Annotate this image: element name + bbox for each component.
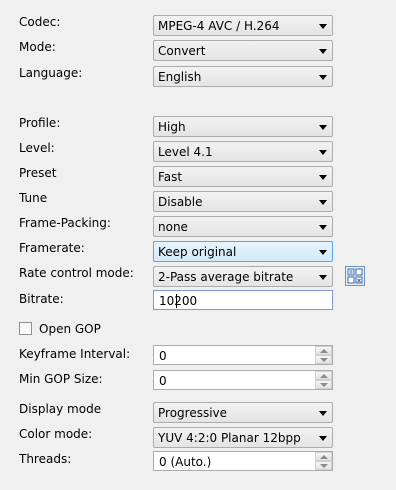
chevron-down-icon	[319, 250, 327, 255]
rate-control-value: 2-Pass average bitrate	[158, 270, 294, 284]
chevron-down-icon	[319, 24, 327, 29]
display-mode-value: Progressive	[158, 406, 228, 420]
chevron-down-icon	[319, 125, 327, 130]
keyframe-interval-label: Keyframe Interval:	[19, 347, 131, 361]
chevron-down-icon	[319, 175, 327, 180]
keyframe-interval-spinbox[interactable]: 0	[153, 345, 333, 365]
bitrate-value: 10200	[159, 294, 198, 308]
rate-control-label: Rate control mode:	[19, 266, 134, 280]
color-mode-value: YUV 4:2:0 Planar 12bpp	[158, 431, 301, 445]
language-select[interactable]: English	[153, 66, 333, 87]
level-label: Level:	[19, 141, 55, 155]
min-gop-size-label: Min GOP Size:	[19, 372, 103, 386]
profile-select[interactable]: High	[153, 116, 333, 137]
chevron-down-icon	[319, 150, 327, 155]
preset-label: Preset	[19, 166, 57, 180]
chevron-down-icon	[319, 436, 327, 441]
framerate-value: Keep original	[158, 245, 237, 259]
profile-label: Profile:	[19, 116, 61, 130]
spin-up-button[interactable]	[315, 346, 332, 355]
open-gop-checkbox[interactable]	[19, 322, 32, 335]
min-gop-size-value: 0	[159, 374, 167, 388]
frame-packing-value: none	[158, 220, 188, 234]
min-gop-size-spinbox[interactable]: 0	[153, 370, 333, 390]
chevron-down-icon	[319, 411, 327, 416]
text-caret	[176, 294, 177, 308]
preset-value: Fast	[158, 170, 183, 184]
threads-label: Threads:	[19, 452, 72, 466]
chevron-down-icon	[319, 200, 327, 205]
threads-spinbox[interactable]: 0 (Auto.)	[153, 451, 333, 471]
display-mode-label: Display mode	[19, 402, 102, 416]
spin-up-button[interactable]	[315, 371, 332, 380]
mode-value: Convert	[158, 44, 206, 58]
color-mode-label: Color mode:	[19, 427, 93, 441]
level-value: Level 4.1	[158, 145, 213, 159]
frame-packing-select[interactable]: none	[153, 216, 333, 237]
chevron-down-icon	[319, 49, 327, 54]
spin-up-button[interactable]	[315, 452, 332, 461]
mode-label: Mode:	[19, 40, 56, 54]
language-value: English	[158, 70, 202, 84]
profile-value: High	[158, 120, 186, 134]
tune-label: Tune	[19, 191, 48, 205]
preset-select[interactable]: Fast	[153, 166, 333, 187]
codec-label: Codec:	[19, 15, 61, 29]
mode-select[interactable]: Convert	[153, 40, 333, 61]
rate-control-select[interactable]: 2-Pass average bitrate	[153, 266, 333, 287]
codec-value: MPEG-4 AVC / H.264	[158, 19, 280, 33]
display-mode-select[interactable]: Progressive	[153, 402, 333, 423]
spin-down-button[interactable]	[315, 380, 332, 389]
threads-value: 0 (Auto.)	[159, 455, 212, 469]
chevron-down-icon	[319, 275, 327, 280]
framerate-select[interactable]: Keep original	[153, 241, 333, 262]
bitrate-label: Bitrate:	[19, 292, 64, 306]
grid-settings-icon	[347, 268, 363, 284]
bitrate-input[interactable]: 10200	[153, 290, 333, 310]
tune-value: Disable	[158, 195, 203, 209]
language-label: Language:	[19, 66, 83, 80]
open-gop-label[interactable]: Open GOP	[39, 322, 101, 336]
frame-packing-label: Frame-Packing:	[19, 216, 111, 230]
color-mode-select[interactable]: YUV 4:2:0 Planar 12bpp	[153, 427, 333, 448]
spin-down-button[interactable]	[315, 461, 332, 470]
framerate-label: Framerate:	[19, 241, 85, 255]
keyframe-interval-value: 0	[159, 349, 167, 363]
codec-select[interactable]: MPEG-4 AVC / H.264	[153, 15, 333, 36]
level-select[interactable]: Level 4.1	[153, 141, 333, 162]
spin-down-button[interactable]	[315, 355, 332, 364]
rate-control-settings-button[interactable]	[345, 266, 365, 286]
chevron-down-icon	[319, 225, 327, 230]
tune-select[interactable]: Disable	[153, 191, 333, 212]
chevron-down-icon	[319, 75, 327, 80]
